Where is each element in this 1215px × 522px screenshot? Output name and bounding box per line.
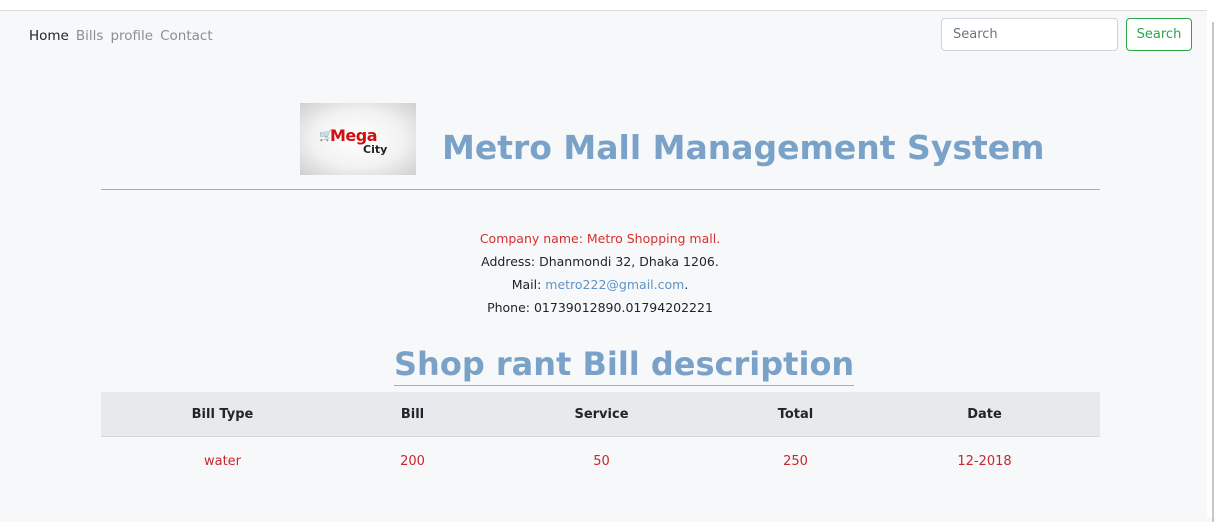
nav-link-contact[interactable]: Contact (160, 28, 213, 44)
table-row: water 200 50 250 12-2018 (101, 437, 1100, 487)
cell-bill-type: water (203, 454, 242, 469)
mega-city-logo: 🛒 Mega City (300, 103, 416, 175)
mail-suffix: . (684, 277, 689, 292)
company-name: Company name: Metro Shopping mall. (479, 231, 721, 246)
nav-link-home[interactable]: Home (29, 28, 69, 44)
cell-bill: 200 (400, 454, 425, 469)
column-header-bill-type: Bill Type (191, 407, 254, 422)
page-title: Metro Mall Management System (442, 128, 1045, 167)
nav-links: Home Bills profile Contact (29, 28, 213, 44)
logo-city-text: City (363, 143, 388, 156)
column-header-bill: Bill (400, 407, 425, 422)
column-header-service: Service (574, 407, 629, 422)
cell-total: 250 (783, 454, 808, 469)
window-top-border (0, 0, 1215, 11)
company-address: Address: Dhanmondi 32, Dhaka 1206. (481, 254, 719, 269)
bill-table: Bill Type Bill Service Total Date water … (101, 392, 1100, 487)
navbar: Home Bills profile Contact Search (0, 11, 1207, 61)
company-mail: Mail: metro222@gmail.com. (0, 277, 1200, 292)
column-header-date: Date (967, 407, 1002, 422)
bill-section-title: Shop rant Bill description (394, 344, 855, 386)
scrollbar-thumb[interactable] (1212, 22, 1214, 522)
cell-date: 12-2018 (957, 454, 1012, 469)
header-divider (101, 189, 1100, 190)
scrollbar[interactable] (1207, 10, 1215, 522)
mail-link[interactable]: metro222@gmail.com (545, 277, 684, 292)
nav-link-bills[interactable]: Bills (76, 28, 104, 44)
mail-prefix: Mail: (511, 277, 546, 292)
company-phone: Phone: 01739012890.01794202221 (487, 300, 713, 315)
nav-link-profile[interactable]: profile (110, 28, 153, 44)
table-header-row: Bill Type Bill Service Total Date (101, 392, 1100, 437)
search-input[interactable] (941, 18, 1118, 51)
column-header-total: Total (777, 407, 814, 422)
cell-service: 50 (593, 454, 610, 469)
search-button[interactable]: Search (1126, 18, 1192, 51)
